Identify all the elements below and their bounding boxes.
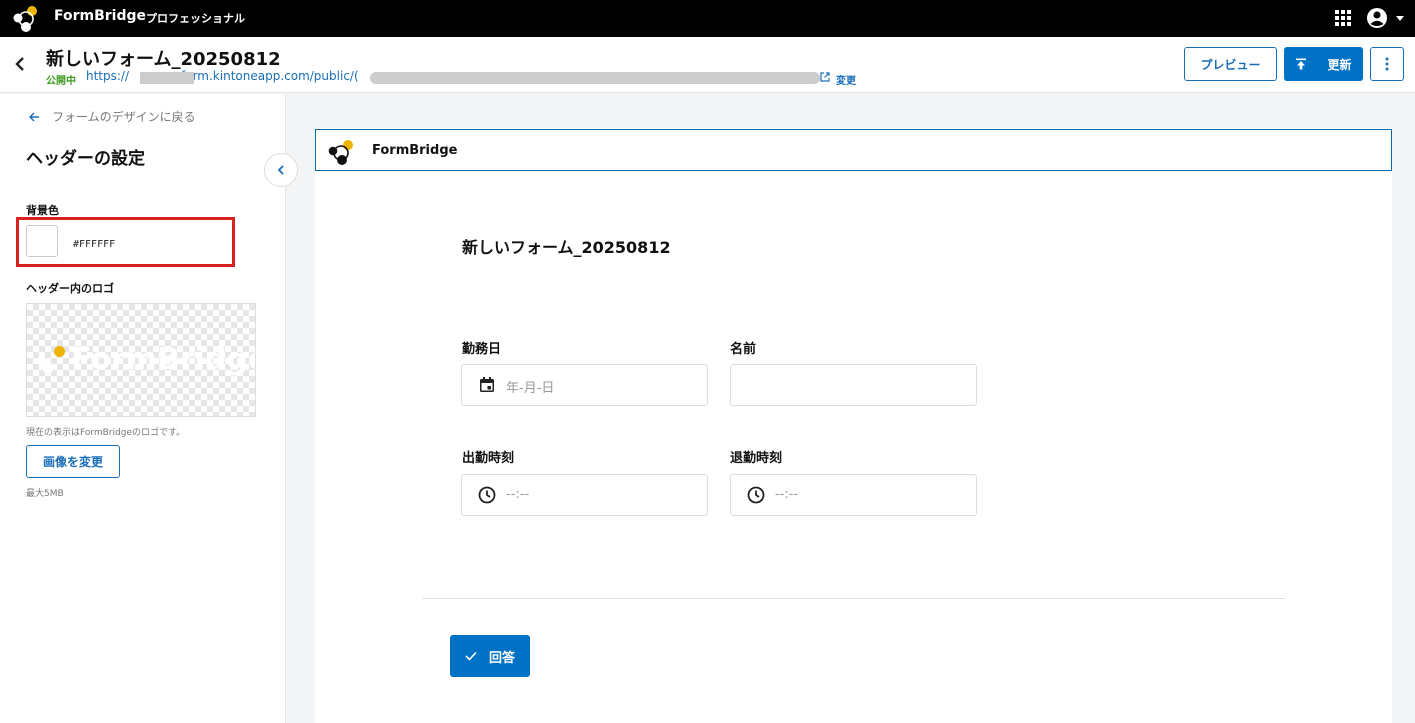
preview-header: FormBridge bbox=[315, 129, 1392, 171]
status-badge: 公開中 bbox=[46, 76, 76, 87]
bg-color-swatch[interactable] bbox=[26, 225, 58, 257]
clock-in-input[interactable]: --:-- bbox=[461, 474, 708, 516]
preview-button[interactable]: プレビュー bbox=[1184, 47, 1277, 81]
max-size-note: 最大5MB bbox=[26, 489, 64, 499]
check-icon bbox=[465, 651, 477, 661]
redacted-subdomain bbox=[140, 72, 194, 84]
external-link-icon[interactable] bbox=[820, 72, 830, 82]
bg-color-label: 背景色 bbox=[26, 204, 59, 217]
calendar-icon bbox=[480, 377, 494, 392]
form-header: 新しいフォーム_20250812 公開中 https:// form.kinton… bbox=[0, 37, 1415, 93]
logo-dot bbox=[54, 346, 65, 357]
plan-label: プロフェッショナル bbox=[146, 12, 245, 25]
change-url-link[interactable]: 変更 bbox=[836, 72, 856, 87]
logo-watermark-text: FormBridge bbox=[71, 342, 256, 377]
redacted-path bbox=[370, 72, 820, 84]
work-date-placeholder: 年-月-日 bbox=[506, 381, 555, 396]
preview-form-title: 新しいフォーム_20250812 bbox=[462, 238, 671, 257]
clock-out-input[interactable]: --:-- bbox=[730, 474, 977, 516]
clock-out-placeholder: --:-- bbox=[775, 487, 799, 502]
clock-in-placeholder: --:-- bbox=[506, 487, 530, 502]
clock-icon bbox=[478, 486, 496, 504]
preview-brand: FormBridge bbox=[372, 143, 458, 158]
field-label-clock-in: 出勤時刻 bbox=[462, 451, 515, 466]
update-button[interactable]: 更新 bbox=[1284, 47, 1363, 81]
clock-icon bbox=[747, 486, 765, 504]
apps-grid-icon[interactable] bbox=[1334, 9, 1352, 27]
form-preview-canvas bbox=[315, 128, 1392, 723]
bg-color-value[interactable]: #FFFFFF bbox=[73, 239, 115, 250]
field-label-clock-out: 退勤時刻 bbox=[730, 451, 783, 466]
logo-note: 現在の表示はFormBridgeのロゴです。 bbox=[26, 428, 186, 438]
back-to-design-link[interactable]: フォームのデザインに戻る bbox=[28, 108, 196, 125]
work-date-input[interactable]: 年-月-日 bbox=[461, 364, 708, 406]
url-suffix: ( bbox=[353, 69, 359, 83]
submit-answer-label: 回答 bbox=[488, 650, 515, 666]
top-bar: FormBridge プロフェッショナル bbox=[0, 0, 1415, 37]
back-arrow-icon[interactable] bbox=[12, 55, 30, 73]
url-prefix: https:// bbox=[86, 69, 130, 83]
account-circle-icon[interactable] bbox=[1366, 7, 1406, 29]
change-image-button[interactable]: 画像を変更 bbox=[26, 445, 120, 478]
panel-title: ヘッダーの設定 bbox=[26, 149, 145, 169]
public-url[interactable]: https:// form.kintoneapp.com/public/( bbox=[86, 69, 359, 83]
field-label-name: 名前 bbox=[730, 342, 757, 357]
page-title: 新しいフォーム_20250812 bbox=[46, 49, 281, 70]
field-label-work-date: 勤務日 bbox=[462, 342, 502, 357]
divider bbox=[422, 598, 1285, 599]
app-brand: FormBridge bbox=[54, 8, 147, 24]
caret-down-icon bbox=[1396, 16, 1404, 21]
url-domain: form.kintoneapp.com/public/ bbox=[181, 69, 354, 83]
arrow-left-icon bbox=[29, 112, 39, 121]
upload-icon bbox=[1296, 58, 1307, 70]
update-button-label: 更新 bbox=[1327, 57, 1352, 72]
back-to-design-label: フォームのデザインに戻る bbox=[52, 110, 196, 124]
submit-answer-button[interactable]: 回答 bbox=[450, 635, 530, 677]
more-vertical-icon bbox=[1385, 57, 1389, 71]
formbridge-logo-icon[interactable] bbox=[12, 3, 42, 33]
formbridge-logo-icon bbox=[328, 140, 353, 165]
logo-preview: FormBridge bbox=[26, 303, 256, 417]
name-input[interactable] bbox=[730, 364, 977, 406]
more-options-button[interactable] bbox=[1370, 47, 1404, 81]
chevron-left-icon bbox=[277, 165, 284, 175]
header-logo-label: ヘッダー内のロゴ bbox=[26, 282, 114, 295]
header-settings-panel: フォームのデザインに戻る ヘッダーの設定 背景色 #FFFFFF ヘッダー内のロ… bbox=[0, 94, 286, 723]
logo-dot bbox=[43, 364, 53, 374]
collapse-panel-button[interactable] bbox=[264, 153, 298, 187]
